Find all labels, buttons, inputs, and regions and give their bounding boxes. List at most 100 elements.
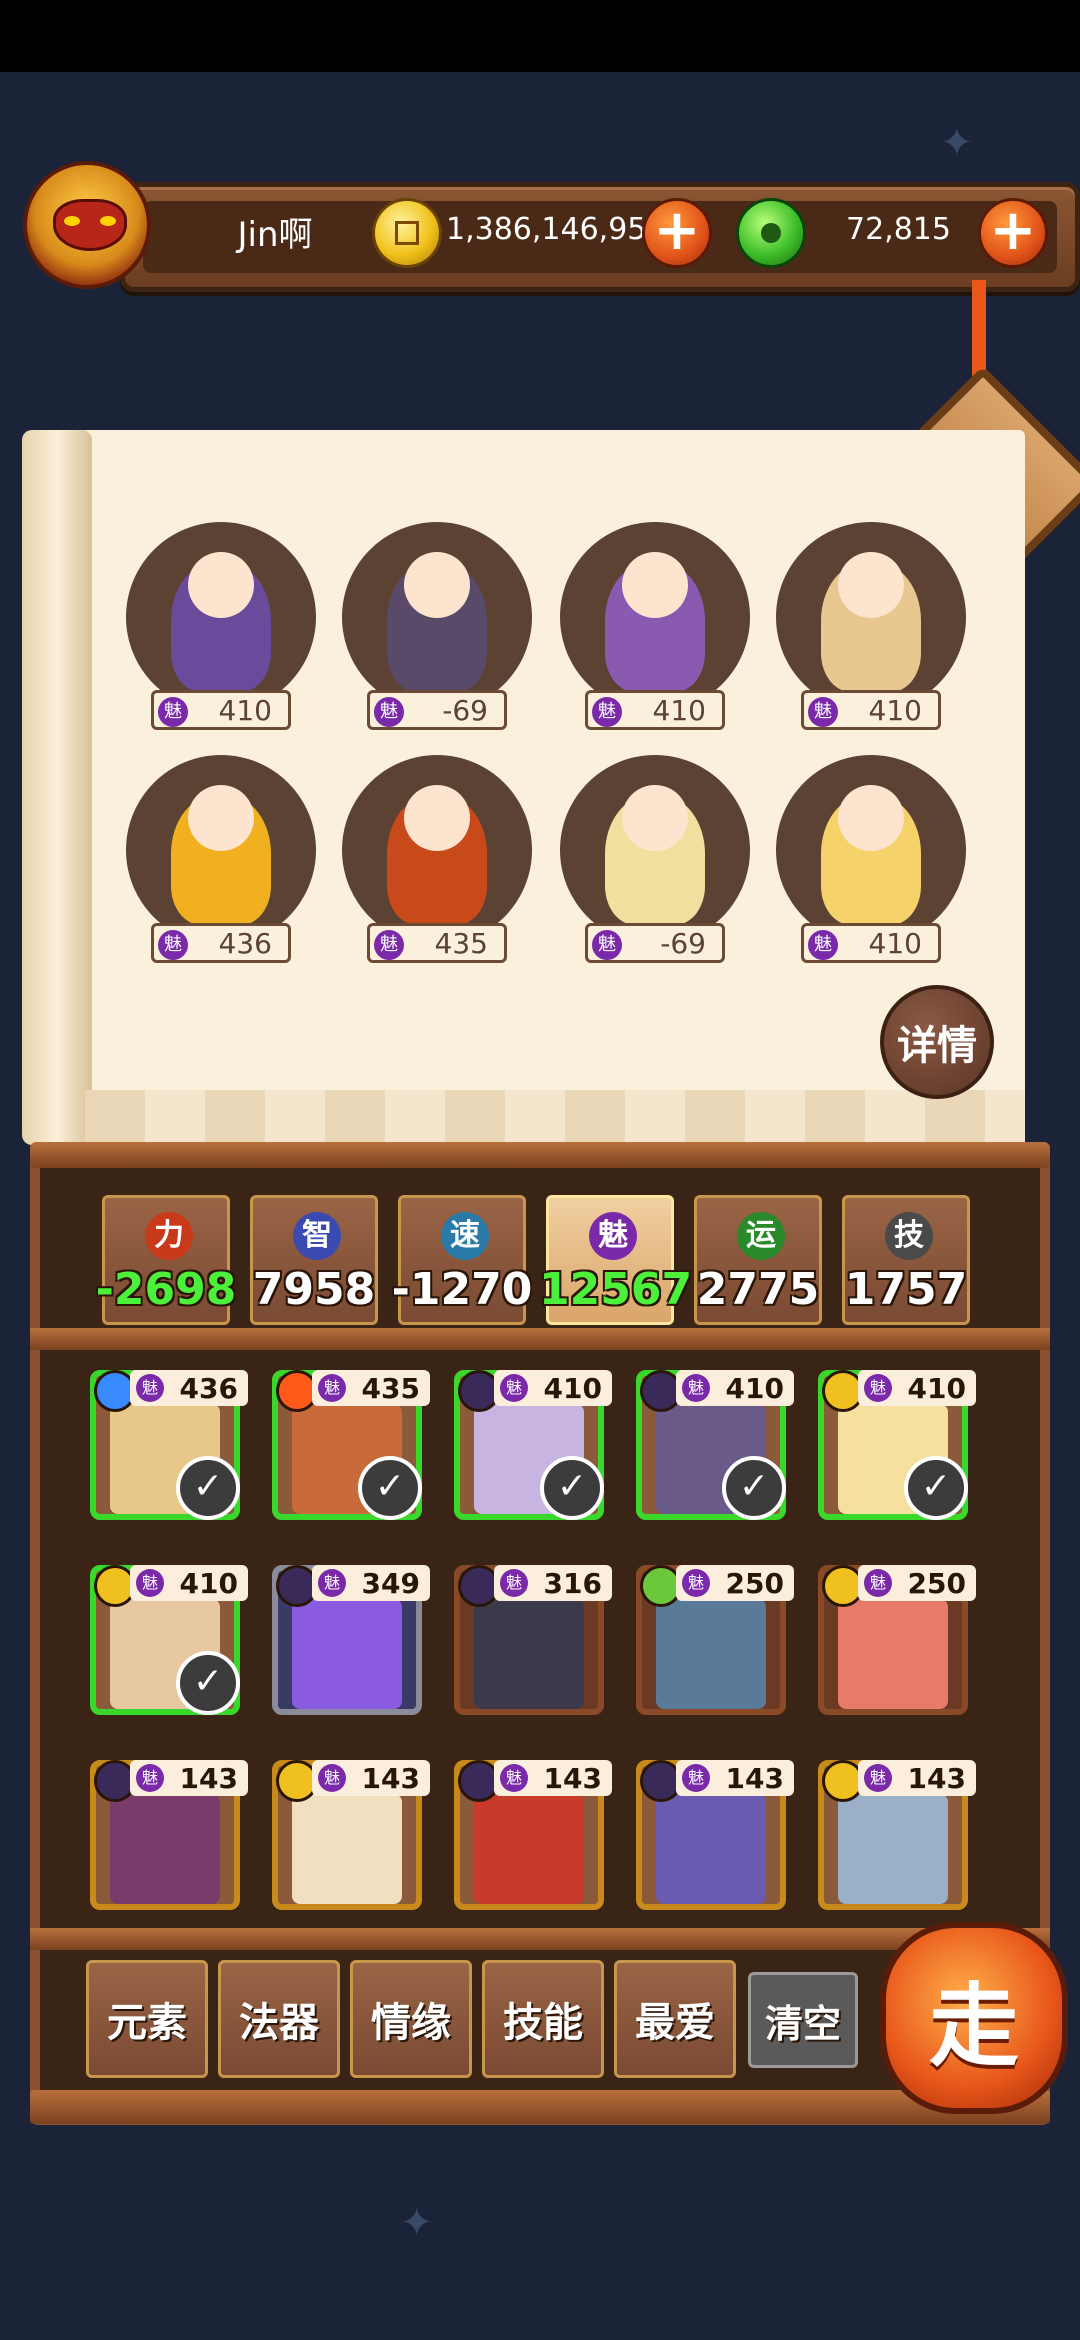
charm-icon: 魅	[592, 697, 622, 727]
hero-charm-tag: 魅 410	[151, 690, 291, 730]
stat-value: 7958	[252, 1264, 376, 1315]
roster-card[interactable]: 魅 143	[272, 1760, 430, 1910]
card-charm-value: 316	[543, 1566, 602, 1600]
stat-icon: 运	[737, 1212, 785, 1260]
charm-icon: 魅	[136, 1569, 164, 1597]
card-charm-tag: 魅 410	[858, 1370, 976, 1406]
charm-icon: 魅	[864, 1374, 892, 1402]
filter-button[interactable]: 法器	[218, 1960, 340, 2078]
roster-card[interactable]: 魅 410 ✓	[636, 1370, 794, 1520]
stat-icon: 智	[293, 1212, 341, 1260]
card-charm-value: 436	[179, 1371, 238, 1405]
hero-charm-value: -69	[660, 926, 706, 960]
gold-coin-amount: 1,386,146,954	[446, 212, 666, 247]
filter-button[interactable]: 最爱	[614, 1960, 736, 2078]
roster-card[interactable]: 魅 436 ✓	[90, 1370, 248, 1520]
team-hero-card[interactable]: 魅 410	[560, 522, 750, 730]
charm-icon: 魅	[682, 1374, 710, 1402]
charm-icon: 魅	[374, 930, 404, 960]
filter-button[interactable]: 技能	[482, 1960, 604, 2078]
card-charm-tag: 魅 143	[494, 1760, 612, 1796]
add-coins-button[interactable]: +	[642, 198, 712, 268]
clear-button[interactable]: 清空	[748, 1972, 858, 2068]
card-charm-tag: 魅 143	[130, 1760, 248, 1796]
hero-art	[292, 1794, 402, 1904]
card-charm-tag: 魅 143	[312, 1760, 430, 1796]
card-charm-value: 410	[543, 1371, 602, 1405]
card-charm-value: 410	[907, 1371, 966, 1405]
roster-card[interactable]: 魅 410 ✓	[818, 1370, 976, 1520]
roster-card[interactable]: 魅 316	[454, 1565, 612, 1715]
hero-portrait	[126, 522, 316, 712]
card-charm-value: 349	[361, 1566, 420, 1600]
stat-tab[interactable]: 技 1757	[842, 1195, 970, 1325]
roster-card[interactable]: 魅 349	[272, 1565, 430, 1715]
go-button[interactable]: 走	[880, 1922, 1068, 2114]
card-charm-value: 143	[179, 1761, 238, 1795]
card-charm-tag: 魅 316	[494, 1565, 612, 1601]
status-bar-strip	[0, 0, 1080, 72]
team-hero-card[interactable]: 魅 436	[126, 755, 316, 963]
stat-tab[interactable]: 运 2775	[694, 1195, 822, 1325]
team-hero-card[interactable]: 魅 435	[342, 755, 532, 963]
charm-icon: 魅	[158, 930, 188, 960]
roster-card[interactable]: 魅 250	[636, 1565, 794, 1715]
hero-art	[656, 1794, 766, 1904]
card-charm-tag: 魅 250	[858, 1565, 976, 1601]
selected-check-icon: ✓	[722, 1456, 786, 1520]
team-hero-card[interactable]: 魅 410	[776, 522, 966, 730]
hero-art	[474, 1794, 584, 1904]
hero-charm-tag: 魅 -69	[585, 923, 725, 963]
roster-card[interactable]: 魅 143	[636, 1760, 794, 1910]
roster-card[interactable]: 魅 143	[454, 1760, 612, 1910]
charm-icon: 魅	[136, 1764, 164, 1792]
roster-card[interactable]: 魅 410 ✓	[90, 1565, 248, 1715]
card-charm-value: 435	[361, 1371, 420, 1405]
username: Jin啊	[237, 215, 313, 255]
add-jade-button[interactable]: +	[978, 198, 1048, 268]
hero-charm-tag: 魅 410	[801, 690, 941, 730]
card-charm-tag: 魅 250	[676, 1565, 794, 1601]
player-avatar[interactable]	[12, 150, 162, 300]
card-charm-tag: 魅 143	[676, 1760, 794, 1796]
stat-icon: 魅	[589, 1212, 637, 1260]
stat-tab[interactable]: 力 -2698	[96, 1195, 236, 1325]
charm-icon: 魅	[500, 1374, 528, 1402]
stat-icon: 速	[441, 1212, 489, 1260]
roster-card[interactable]: 魅 410 ✓	[454, 1370, 612, 1520]
hero-portrait	[342, 522, 532, 712]
card-charm-tag: 魅 143	[858, 1760, 976, 1796]
team-hero-card[interactable]: 魅 410	[126, 522, 316, 730]
details-button[interactable]: 详情	[880, 985, 994, 1099]
hero-art	[292, 1599, 402, 1709]
team-hero-card[interactable]: 魅 -69	[342, 522, 532, 730]
stat-value: -2698	[95, 1264, 237, 1315]
charm-icon: 魅	[374, 697, 404, 727]
charm-icon: 魅	[500, 1764, 528, 1792]
roster-card[interactable]: 魅 435 ✓	[272, 1370, 430, 1520]
hero-charm-tag: 魅 410	[585, 690, 725, 730]
roster-card[interactable]: 魅 250	[818, 1565, 976, 1715]
filter-button[interactable]: 元素	[86, 1960, 208, 2078]
hero-charm-value: 435	[434, 926, 488, 960]
stat-icon: 技	[885, 1212, 933, 1260]
filter-button[interactable]: 情缘	[350, 1960, 472, 2078]
roster-card[interactable]: 魅 143	[90, 1760, 248, 1910]
stat-value: 12567	[539, 1264, 693, 1315]
team-hero-card[interactable]: 魅 -69	[560, 755, 750, 963]
card-charm-value: 250	[725, 1566, 784, 1600]
charm-icon: 魅	[592, 930, 622, 960]
hero-charm-tag: 魅 436	[151, 923, 291, 963]
card-charm-value: 410	[179, 1566, 238, 1600]
selected-check-icon: ✓	[540, 1456, 604, 1520]
team-hero-card[interactable]: 魅 410	[776, 755, 966, 963]
hero-charm-value: 410	[868, 926, 922, 960]
stat-tab[interactable]: 智 7958	[250, 1195, 378, 1325]
hero-art	[110, 1794, 220, 1904]
card-charm-value: 143	[907, 1761, 966, 1795]
hero-charm-tag: 魅 410	[801, 923, 941, 963]
stat-tab[interactable]: 速 -1270	[392, 1195, 532, 1325]
charm-icon: 魅	[318, 1374, 346, 1402]
stat-tab[interactable]: 魅 12567	[539, 1195, 692, 1325]
roster-card[interactable]: 魅 143	[818, 1760, 976, 1910]
